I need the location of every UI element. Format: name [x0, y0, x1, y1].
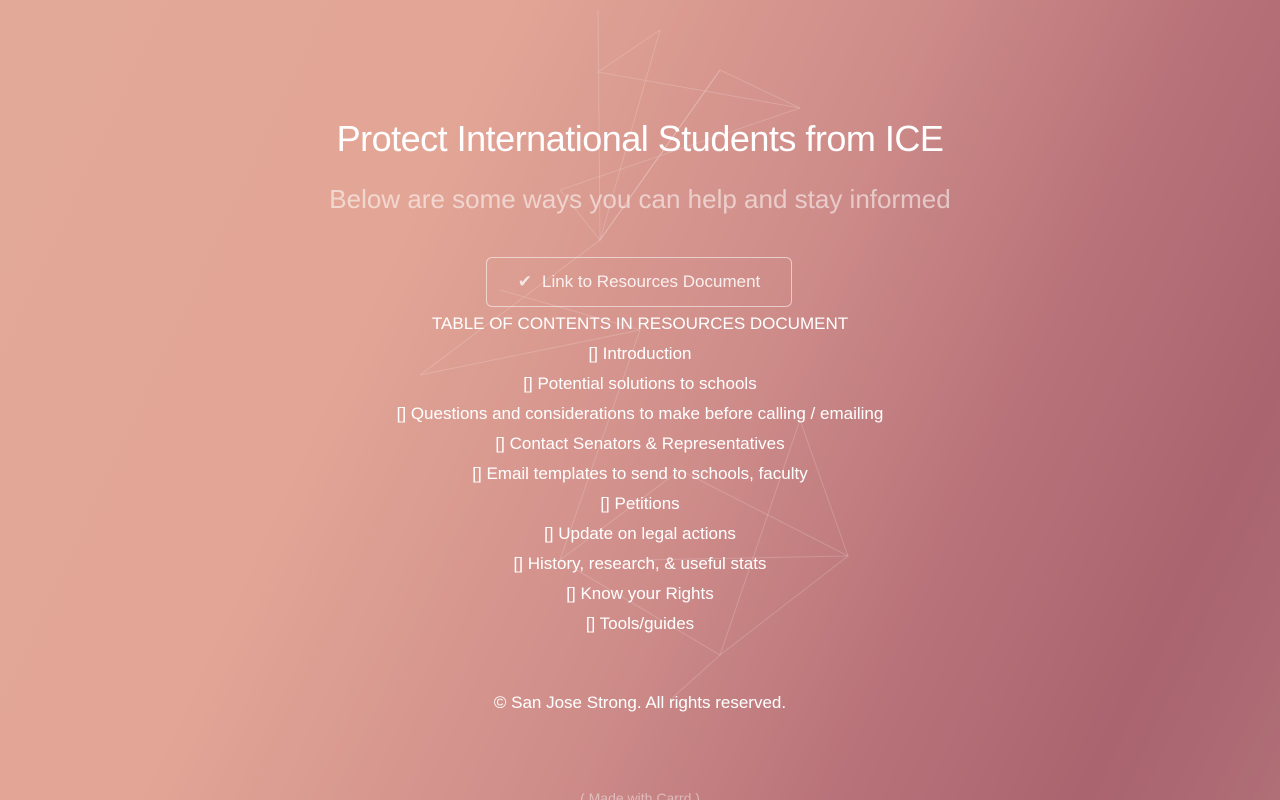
toc-item: [] Petitions: [600, 494, 680, 513]
toc-item: [] History, research, & useful stats: [513, 554, 767, 573]
toc-item: [] Potential solutions to schools: [523, 374, 757, 393]
resources-button-label: Link to Resources Document: [541, 272, 761, 291]
made-with-carrd-link[interactable]: ( Made with Carrd ): [0, 790, 1280, 800]
table-of-contents: TABLE OF CONTENTS IN RESOURCES DOCUMENT …: [0, 312, 1280, 642]
page-subtitle: Below are some ways you can help and sta…: [329, 184, 951, 214]
resources-document-link-button[interactable]: ✔ Link to Resources Document: [486, 257, 792, 307]
toc-item: [] Know your Rights: [566, 584, 714, 603]
toc-item: [] Tools/guides: [585, 614, 695, 633]
toc-item: [] Questions and considerations to make …: [396, 404, 884, 423]
page-title: Protect International Students from ICE: [336, 118, 944, 159]
checkmark-icon: ✔: [517, 272, 532, 291]
toc-item: [] Email templates to send to schools, f…: [472, 464, 808, 483]
copyright-text: © San Jose Strong. All rights reserved.: [493, 693, 787, 712]
toc-item: [] Contact Senators & Representatives: [495, 434, 785, 453]
toc-heading: TABLE OF CONTENTS IN RESOURCES DOCUMENT: [431, 314, 849, 333]
toc-item: [] Update on legal actions: [544, 524, 736, 543]
toc-item: [] Introduction: [588, 344, 692, 363]
